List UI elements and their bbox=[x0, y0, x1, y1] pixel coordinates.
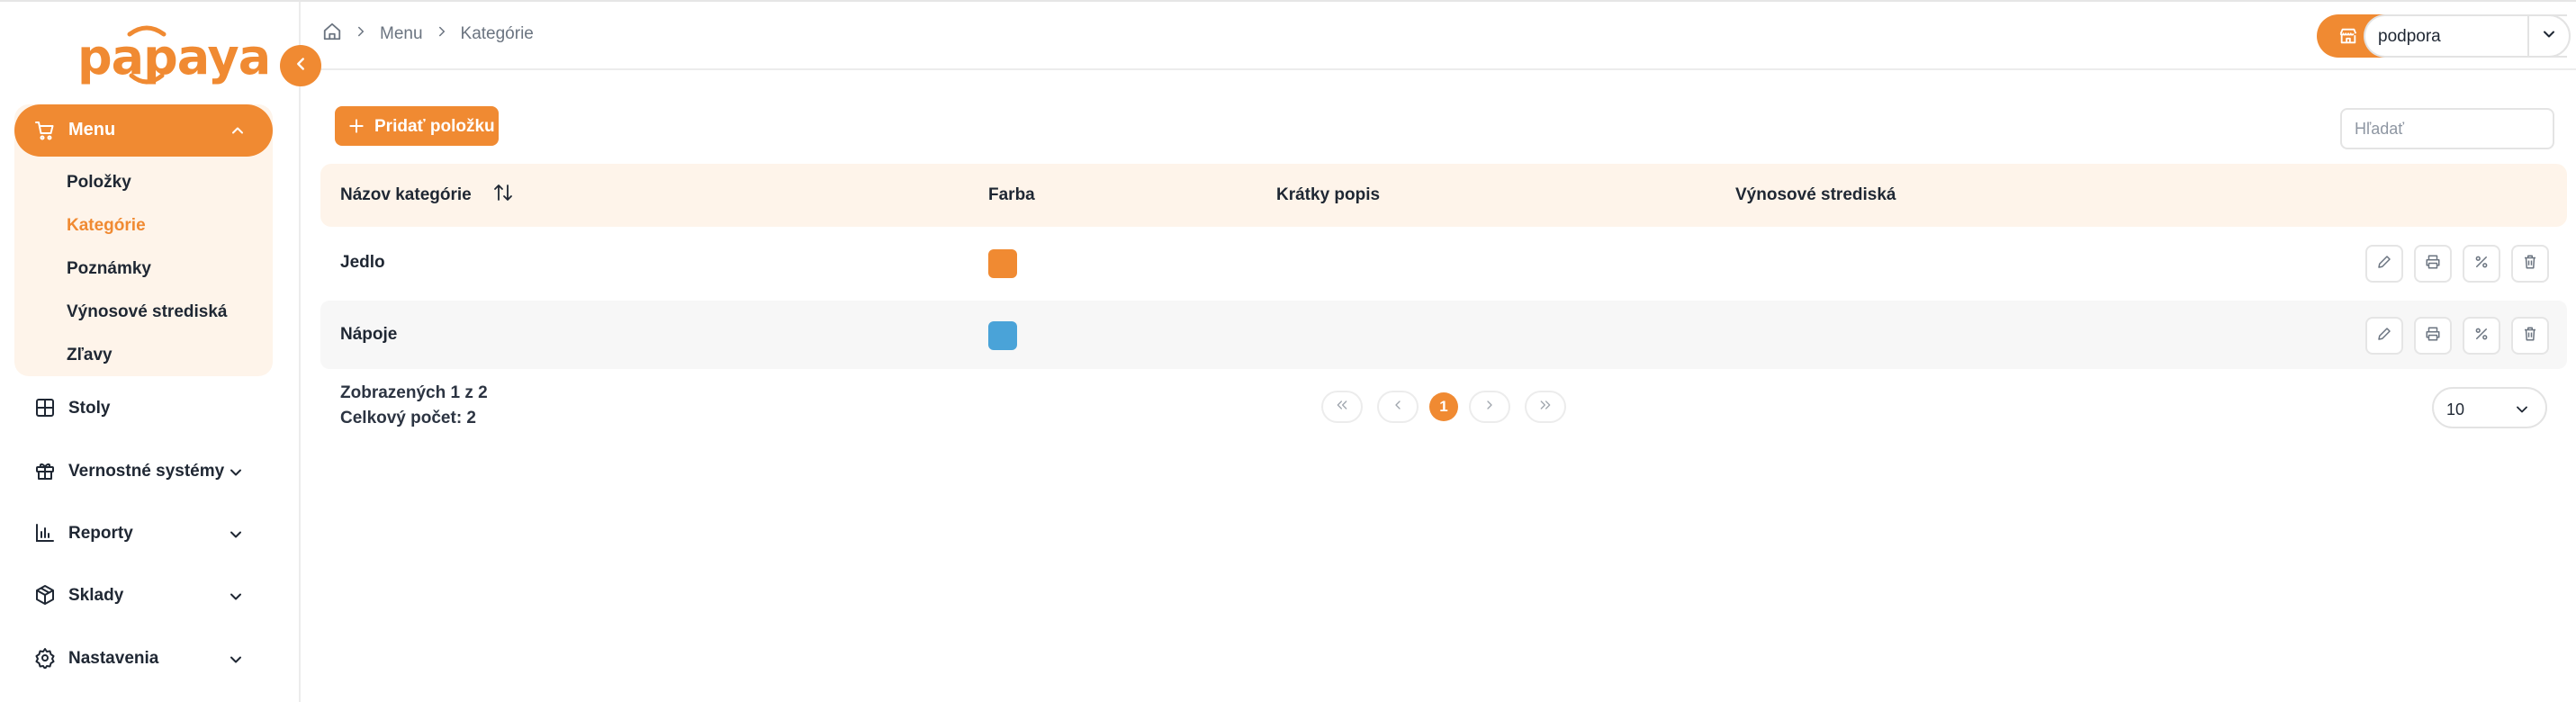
grid-icon bbox=[34, 397, 56, 423]
breadcrumb-kategorie: Kategórie bbox=[460, 23, 534, 43]
chevron-down-icon bbox=[227, 526, 245, 548]
sidebar-item-reporty[interactable]: Reporty bbox=[34, 515, 259, 551]
sidebar-item-label: Reporty bbox=[68, 524, 133, 543]
page-size-select[interactable]: 10 bbox=[2432, 387, 2547, 428]
previous-page-button[interactable] bbox=[1377, 391, 1419, 423]
sidebar-item-label: Vernostné systémy bbox=[68, 462, 225, 481]
sidebar-item-label: Menu bbox=[68, 120, 116, 140]
color-swatch bbox=[988, 321, 1017, 350]
column-header-color: Farba bbox=[988, 185, 1035, 204]
breadcrumb: Menu Kategórie bbox=[322, 22, 534, 46]
chevron-left-icon bbox=[1391, 398, 1405, 417]
chevrons-right-icon bbox=[1538, 398, 1553, 417]
home-icon[interactable] bbox=[322, 22, 342, 46]
chevrons-left-icon bbox=[1335, 398, 1349, 417]
category-name: Nápoje bbox=[340, 325, 398, 344]
search-input[interactable] bbox=[2340, 108, 2554, 149]
page-size-value: 10 bbox=[2446, 400, 2465, 418]
last-page-button[interactable] bbox=[1525, 391, 1566, 423]
table-row: Nápoje bbox=[320, 301, 2567, 369]
print-button[interactable] bbox=[2414, 317, 2452, 355]
sidebar-collapse-button[interactable] bbox=[280, 45, 321, 86]
discount-button[interactable] bbox=[2463, 317, 2500, 355]
color-swatch bbox=[988, 249, 1017, 278]
logo-text: papaya bbox=[77, 29, 271, 86]
printer-icon bbox=[2425, 254, 2441, 274]
sidebar-subitem-polozky[interactable]: Položky bbox=[67, 173, 131, 193]
sidebar-item-stoly[interactable]: Stoly bbox=[34, 390, 259, 426]
chevron-right-icon bbox=[353, 23, 369, 44]
pencil-icon bbox=[2376, 254, 2392, 274]
print-button[interactable] bbox=[2414, 245, 2452, 283]
cart-icon bbox=[34, 120, 56, 146]
trash-icon bbox=[2522, 254, 2538, 274]
column-header-label: Názov kategórie bbox=[340, 185, 472, 204]
table-header: Názov kategórie Farba Krátky popis Výnos… bbox=[320, 164, 2567, 227]
sidebar-subitem-vynosove-strediska[interactable]: Výnosové strediská bbox=[67, 302, 227, 322]
sidebar-item-menu[interactable]: Menu bbox=[14, 104, 273, 157]
column-header-revenue-centers: Výnosové strediská bbox=[1735, 185, 1896, 204]
top-bar: Menu Kategórie podpora bbox=[302, 2, 2576, 70]
percent-icon bbox=[2473, 326, 2490, 346]
bar-chart-icon bbox=[34, 522, 56, 548]
sidebar-item-nastavenia[interactable]: Nastavenia bbox=[34, 640, 259, 676]
store-dropdown-toggle[interactable] bbox=[2527, 14, 2571, 58]
breadcrumb-menu[interactable]: Menu bbox=[380, 24, 423, 44]
total-count: Celkový počet: 2 bbox=[340, 409, 476, 428]
table-row: Jedlo bbox=[320, 229, 2567, 297]
chevron-down-icon bbox=[227, 464, 245, 486]
menu-group: Menu Položky Kategórie Poznámky Výnosové… bbox=[14, 104, 273, 376]
sidebar-item-label: Sklady bbox=[68, 586, 124, 605]
chevron-right-icon bbox=[434, 23, 450, 44]
printer-icon bbox=[2425, 326, 2441, 346]
gift-icon bbox=[34, 460, 56, 486]
chevron-down-icon bbox=[2513, 400, 2531, 423]
add-item-button[interactable]: Pridať položku bbox=[335, 106, 499, 146]
next-page-button[interactable] bbox=[1469, 391, 1510, 423]
delete-button[interactable] bbox=[2511, 245, 2549, 283]
pencil-icon bbox=[2376, 326, 2392, 346]
add-item-label: Pridať položku bbox=[374, 117, 495, 136]
sort-icon[interactable] bbox=[493, 182, 513, 211]
chevron-right-icon bbox=[1482, 398, 1497, 417]
category-name: Jedlo bbox=[340, 253, 385, 272]
percent-icon bbox=[2473, 254, 2490, 274]
chevron-down-icon bbox=[227, 588, 245, 610]
app-root: papaya Menu Položky Kategórie Poznámky V… bbox=[0, 0, 2576, 702]
shown-count: Zobrazených 1 z 2 bbox=[340, 383, 488, 402]
chevron-down-icon bbox=[227, 651, 245, 673]
first-page-button[interactable] bbox=[1321, 391, 1363, 423]
logo[interactable]: papaya bbox=[77, 16, 271, 86]
store-select-value: podpora bbox=[2378, 27, 2441, 46]
gear-icon bbox=[34, 647, 56, 673]
sidebar-item-vernostne-systemy[interactable]: Vernostné systémy bbox=[34, 453, 259, 489]
edit-button[interactable] bbox=[2365, 245, 2403, 283]
sidebar-item-label: Stoly bbox=[68, 399, 111, 418]
sidebar-subitem-zlavy[interactable]: Zľavy bbox=[67, 346, 113, 365]
trash-icon bbox=[2522, 326, 2538, 346]
sidebar-subitem-kategorie[interactable]: Kategórie bbox=[67, 216, 146, 236]
edit-button[interactable] bbox=[2365, 317, 2403, 355]
chevron-down-icon bbox=[2540, 25, 2558, 48]
plus-icon bbox=[347, 117, 365, 140]
sidebar-subitem-poznamky[interactable]: Poznámky bbox=[67, 259, 151, 279]
store-icon bbox=[2338, 26, 2358, 50]
sidebar-item-sklady[interactable]: Sklady bbox=[34, 577, 259, 613]
column-header-name[interactable]: Názov kategórie bbox=[340, 184, 512, 205]
box-icon bbox=[34, 584, 56, 610]
discount-button[interactable] bbox=[2463, 245, 2500, 283]
sidebar-item-label: Nastavenia bbox=[68, 649, 159, 668]
sidebar: papaya Menu Položky Kategórie Poznámky V… bbox=[0, 2, 301, 702]
current-page-button[interactable]: 1 bbox=[1429, 392, 1458, 421]
chevron-up-icon bbox=[229, 122, 247, 144]
delete-button[interactable] bbox=[2511, 317, 2549, 355]
chevron-left-icon bbox=[291, 54, 311, 78]
column-header-short-description: Krátky popis bbox=[1276, 185, 1381, 204]
